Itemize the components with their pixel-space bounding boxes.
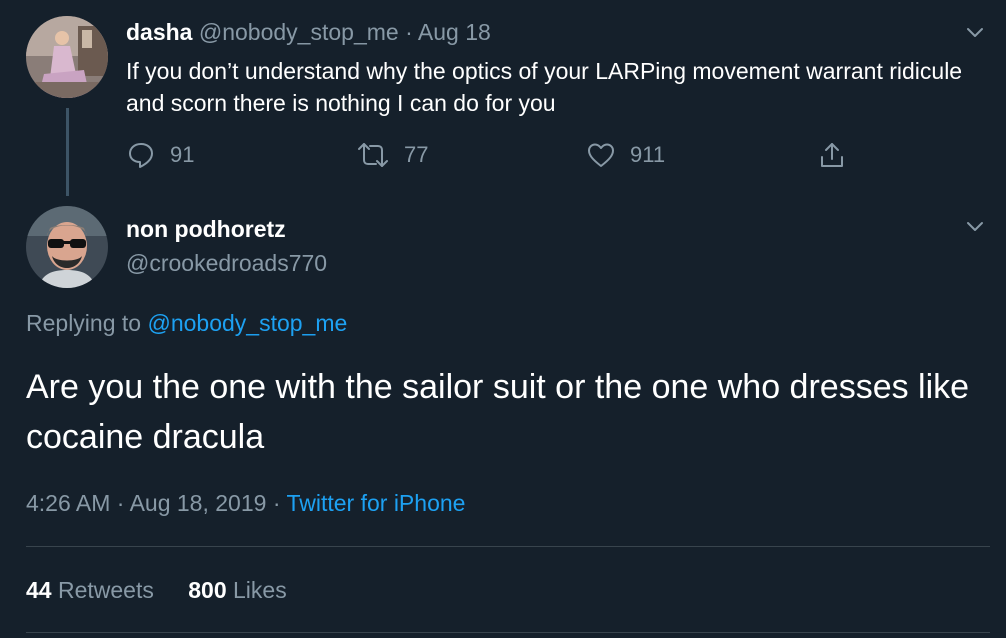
- parent-tweet-header: dasha @nobody_stop_me · Aug 18: [126, 17, 491, 47]
- avatar[interactable]: [26, 206, 108, 288]
- retweets-stat[interactable]: 44 Retweets: [26, 577, 160, 603]
- retweets-label: Retweets: [57, 577, 154, 603]
- retweet-icon: [356, 140, 390, 170]
- tweet-time[interactable]: 4:26 AM: [26, 490, 110, 516]
- separator-dot: ·: [116, 490, 125, 516]
- thread-connector-line: [66, 108, 69, 196]
- retweet-button[interactable]: 77: [356, 140, 428, 170]
- retweet-count: 77: [404, 142, 429, 167]
- divider: [26, 632, 990, 633]
- retweets-count: 44: [26, 577, 52, 603]
- separator-dot: ·: [405, 19, 413, 45]
- author-name[interactable]: dasha: [126, 19, 192, 45]
- author-handle[interactable]: @nobody_stop_me: [199, 19, 399, 45]
- replying-to-handle-link[interactable]: @nobody_stop_me: [147, 310, 347, 336]
- tweet-metadata: 4:26 AM · Aug 18, 2019 · Twitter for iPh…: [26, 488, 465, 518]
- tweet-thread: dasha @nobody_stop_me · Aug 18 If you do…: [0, 0, 1006, 638]
- like-count: 911: [630, 142, 666, 167]
- chevron-down-icon[interactable]: [966, 218, 984, 236]
- like-button[interactable]: 911: [586, 140, 665, 170]
- main-tweet-name: non podhoretz: [126, 214, 286, 244]
- tweet-date[interactable]: Aug 18: [418, 19, 491, 45]
- parent-tweet-text: If you don’t understand why the optics o…: [126, 58, 963, 116]
- tweet-source-link[interactable]: Twitter for iPhone: [286, 490, 465, 516]
- avatar[interactable]: [26, 16, 108, 98]
- reply-icon: [126, 140, 156, 170]
- chevron-down-icon[interactable]: [966, 24, 984, 42]
- tweet-full-date[interactable]: Aug 18, 2019: [130, 490, 267, 516]
- separator-dot: ·: [272, 490, 281, 516]
- reply-count: 91: [170, 142, 195, 167]
- like-icon: [586, 140, 616, 170]
- author-handle[interactable]: @crookedroads770: [126, 250, 327, 276]
- main-tweet-handle: @crookedroads770: [126, 248, 327, 278]
- likes-count: 800: [188, 577, 227, 603]
- reply-button[interactable]: 91: [126, 140, 194, 170]
- replying-to-line: Replying to @nobody_stop_me: [26, 308, 347, 338]
- main-tweet-text: Are you the one with the sailor suit or …: [26, 368, 970, 456]
- share-button[interactable]: [817, 140, 847, 170]
- author-name[interactable]: non podhoretz: [126, 216, 286, 242]
- share-icon: [817, 140, 847, 170]
- divider: [26, 546, 990, 547]
- replying-to-label: Replying to: [26, 310, 142, 336]
- tweet-stats: 44 Retweets 800 Likes: [26, 575, 287, 605]
- likes-label: Likes: [233, 577, 287, 603]
- likes-stat[interactable]: 800 Likes: [188, 577, 286, 603]
